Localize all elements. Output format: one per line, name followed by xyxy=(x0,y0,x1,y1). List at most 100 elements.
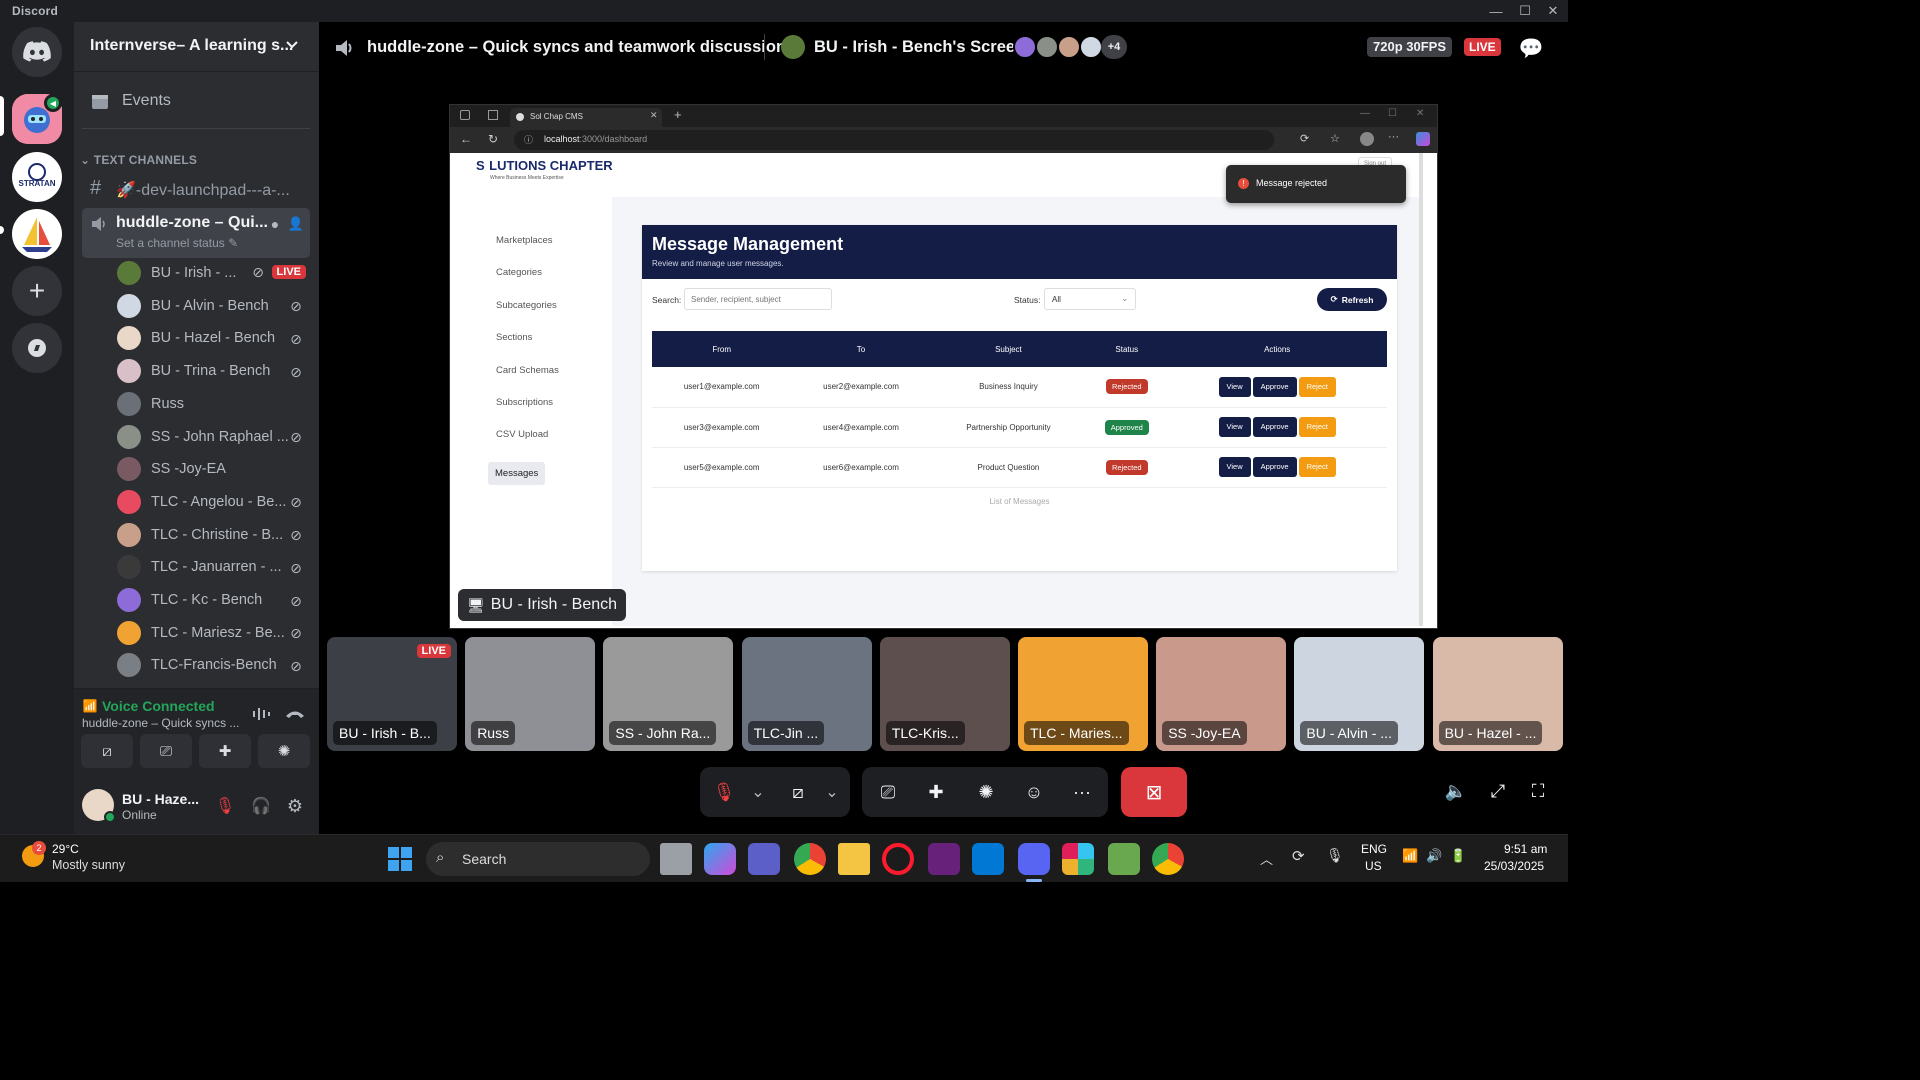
voice-user[interactable]: TLC - Angelou - Be... ⊘ xyxy=(114,488,314,518)
language[interactable]: ENG xyxy=(1361,842,1387,856)
refresh-button[interactable]: ⟳ Refresh xyxy=(1317,288,1387,311)
workspace-icon[interactable] xyxy=(460,110,470,120)
scrollbar[interactable] xyxy=(1419,153,1423,626)
participant-avatar[interactable] xyxy=(1035,35,1059,59)
windows-start-icon[interactable] xyxy=(387,846,413,872)
tab-actions-icon[interactable] xyxy=(488,110,498,120)
back-icon[interactable]: ← xyxy=(460,132,472,146)
nav-item-marketplaces[interactable]: Marketplaces xyxy=(496,235,553,246)
volume-icon[interactable]: 🔈 xyxy=(1444,779,1468,803)
screen-share-icon[interactable]: ⎚ xyxy=(876,780,900,804)
channel-dev-launchpad[interactable]: # 🚀-dev-launchpad---a-... xyxy=(82,175,310,205)
close-icon[interactable]: ✕ xyxy=(1416,108,1424,119)
view-button[interactable]: View xyxy=(1218,376,1251,397)
more-icon[interactable]: ··· xyxy=(1070,780,1094,804)
chat-bubble-icon[interactable]: 💬 xyxy=(1519,36,1544,60)
temperature[interactable]: 29°C xyxy=(52,842,79,856)
region[interactable]: US xyxy=(1365,859,1382,873)
activities-button[interactable]: ✚ xyxy=(199,734,251,768)
reject-button[interactable]: Reject xyxy=(1298,457,1336,477)
invite-user-icon[interactable]: 👤 xyxy=(288,216,304,232)
discord-home-button[interactable] xyxy=(12,27,62,77)
nav-item-messages[interactable]: Messages xyxy=(488,461,546,485)
voice-user[interactable]: TLC-Francis-Bench ⊘ xyxy=(114,651,314,681)
soundboard-button[interactable]: ✺ xyxy=(258,734,310,768)
participant-tile[interactable]: BU - Hazel - ... xyxy=(1432,637,1563,751)
channel-huddle-zone[interactable]: huddle-zone – Qui... ● 👤 Set a channel s… xyxy=(82,208,310,258)
voice-user[interactable]: BU - Irish - ... LIVE ⊘ xyxy=(114,259,314,289)
voice-user[interactable]: TLC - Januarren - ... ⊘ xyxy=(114,553,314,583)
participant-tile[interactable]: BU - Irish - B... LIVE xyxy=(327,637,457,751)
taskbar-search[interactable]: ⌕ Search xyxy=(426,842,650,876)
participant-tile[interactable]: TLC-Kris... xyxy=(879,637,1010,751)
voice-user[interactable]: TLC - Mariesz - Be... ⊘ xyxy=(114,619,314,649)
camera-off-icon[interactable]: ⧄ xyxy=(786,780,810,804)
emoji-icon[interactable]: ☺ xyxy=(1022,780,1046,804)
new-tab-icon[interactable]: + xyxy=(674,107,682,122)
approve-button[interactable]: Approve xyxy=(1252,376,1297,397)
camera-button[interactable]: ⧄ xyxy=(81,734,133,768)
reject-button[interactable]: Reject xyxy=(1298,417,1336,437)
nav-item-subcategories[interactable]: Subcategories xyxy=(496,300,557,311)
volume-icon[interactable]: 🔊 xyxy=(1426,848,1442,864)
voice-channel-info[interactable]: huddle-zone – Quick syncs ... xyxy=(82,716,239,730)
tray-overflow-icon[interactable]: ︿ xyxy=(1260,849,1273,868)
close-tab-icon[interactable]: ✕ xyxy=(650,110,658,121)
opera-icon[interactable] xyxy=(882,843,914,875)
participant-tile[interactable]: Russ xyxy=(465,637,596,751)
voice-user[interactable]: TLC - Christine - B... ⊘ xyxy=(114,521,314,551)
task-view-icon[interactable] xyxy=(660,843,692,875)
wifi-icon[interactable]: 📶 xyxy=(1402,848,1418,864)
reload-icon[interactable]: ↻ xyxy=(488,132,498,146)
participant-avatar[interactable] xyxy=(1013,35,1037,59)
app-icon[interactable] xyxy=(1108,843,1140,875)
channel-status[interactable]: Set a channel status ✎ xyxy=(116,236,238,250)
maximize-icon[interactable]: ☐ xyxy=(1517,3,1533,19)
slack-icon[interactable] xyxy=(1062,843,1094,875)
favorites-icon[interactable]: ☆ xyxy=(1330,132,1340,145)
chat-bubble-icon[interactable]: ● xyxy=(267,216,283,232)
popout-icon[interactable]: ⤢ xyxy=(1486,779,1510,803)
soundboard-icon[interactable] xyxy=(250,703,272,725)
approve-button[interactable]: Approve xyxy=(1252,417,1297,437)
voice-user[interactable]: BU - Trina - Bench ⊘ xyxy=(114,357,314,387)
server-stratan[interactable]: STRATAN xyxy=(12,152,62,202)
chrome-icon[interactable] xyxy=(794,843,826,875)
disconnect-icon[interactable] xyxy=(284,703,306,725)
nav-item-csv-upload[interactable]: CSV Upload xyxy=(496,429,548,440)
maximize-icon[interactable]: ☐ xyxy=(1388,108,1397,119)
status-select[interactable]: All ⌄ xyxy=(1044,288,1136,310)
weather-text[interactable]: Mostly sunny xyxy=(52,858,125,872)
view-button[interactable]: View xyxy=(1218,417,1251,437)
mic-muted-icon[interactable]: 🎙 xyxy=(712,780,736,804)
explore-button[interactable] xyxy=(12,323,62,373)
nav-item-sections[interactable]: Sections xyxy=(496,332,532,343)
browser-tab[interactable]: Sol Chap CMS ✕ xyxy=(510,108,662,127)
stream-quality-badge[interactable]: 720p 30FPS xyxy=(1367,37,1452,57)
participant-tile[interactable]: SS - John Ra... xyxy=(603,637,734,751)
battery-icon[interactable]: 🔋 xyxy=(1450,848,1466,864)
voice-user[interactable]: TLC - Kc - Bench ⊘ xyxy=(114,586,314,616)
participant-tile[interactable]: TLC - Maries... xyxy=(1018,637,1148,751)
discord-icon[interactable] xyxy=(1018,843,1050,875)
minimize-icon[interactable]: — xyxy=(1360,108,1370,119)
minimize-icon[interactable]: — xyxy=(1488,3,1504,19)
extra-participants-count[interactable]: +4 xyxy=(1101,35,1127,59)
search-input[interactable] xyxy=(684,288,832,310)
url-field[interactable]: ⓘ localhost:3000/dashboard xyxy=(514,130,1274,150)
extensions-icon[interactable]: ⟳ xyxy=(1300,132,1309,145)
nav-item-card-schemas[interactable]: Card Schemas xyxy=(496,365,559,376)
teams-icon[interactable] xyxy=(748,843,780,875)
participant-avatar[interactable] xyxy=(1079,35,1103,59)
activities-icon[interactable]: ✚ xyxy=(924,780,948,804)
visual-studio-icon[interactable] xyxy=(928,843,960,875)
participant-tile[interactable]: TLC-Jin ... xyxy=(741,637,872,751)
clock-time[interactable]: 9:51 am xyxy=(1504,842,1547,856)
chevron-down-icon[interactable]: ⌄ xyxy=(750,782,766,802)
reject-button[interactable]: Reject xyxy=(1298,376,1336,397)
voice-user[interactable]: BU - Hazel - Bench ⊘ xyxy=(114,324,314,354)
server-sail[interactable] xyxy=(12,209,62,259)
text-channels-header[interactable]: ⌄ TEXT CHANNELS xyxy=(80,153,197,167)
soundboard-icon[interactable]: ✺ xyxy=(974,780,998,804)
chevron-down-icon[interactable]: ⌄ xyxy=(824,782,840,802)
